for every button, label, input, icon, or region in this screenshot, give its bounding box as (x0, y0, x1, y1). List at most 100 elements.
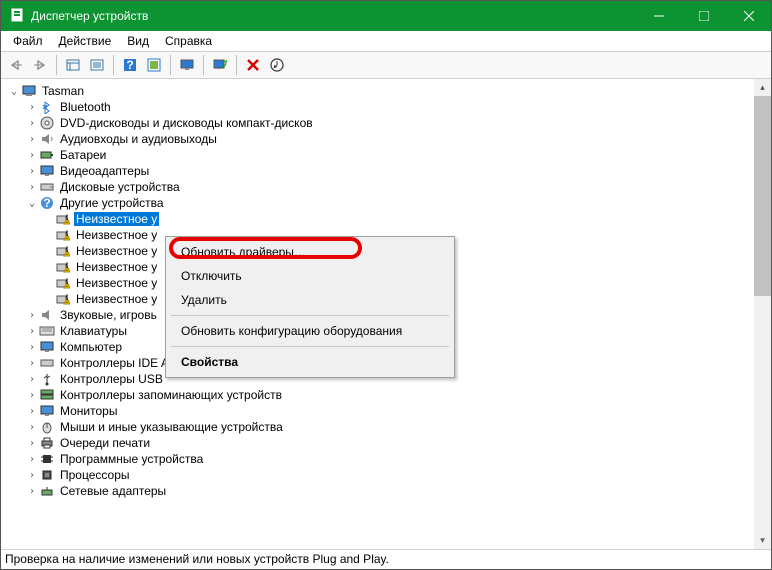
warning-icon: ! (55, 291, 71, 307)
cpu-icon (39, 467, 55, 483)
expand-icon[interactable]: › (25, 324, 39, 338)
scroll-down-button[interactable]: ▾ (754, 532, 771, 549)
tree-item-cpu[interactable]: ›Процессоры (5, 467, 754, 483)
update-icon[interactable] (266, 54, 288, 76)
svg-text:!: ! (65, 292, 68, 306)
toolbar-separator (236, 55, 237, 75)
tree-item-video[interactable]: › Видеоадаптеры (5, 163, 754, 179)
tree-root[interactable]: ⌄ Tasman (5, 83, 754, 99)
minimize-button[interactable] (636, 1, 681, 31)
context-delete[interactable]: Удалить (169, 288, 451, 312)
menu-view[interactable]: Вид (119, 32, 157, 50)
tree-label: Видеоадаптеры (58, 164, 151, 178)
forward-button[interactable] (29, 54, 51, 76)
expand-icon[interactable]: › (25, 452, 39, 466)
expand-icon[interactable]: › (25, 116, 39, 130)
status-bar: Проверка на наличие изменений или новых … (1, 549, 771, 569)
network-icon (39, 483, 55, 499)
expand-icon[interactable]: › (25, 164, 39, 178)
expand-icon[interactable]: › (25, 100, 39, 114)
expand-icon[interactable]: › (25, 148, 39, 162)
menu-file[interactable]: Файл (5, 32, 51, 50)
scroll-thumb[interactable] (754, 96, 771, 296)
menu-help[interactable]: Справка (157, 32, 220, 50)
tree-item-bluetooth[interactable]: › Bluetooth (5, 99, 754, 115)
maximize-button[interactable] (681, 1, 726, 31)
show-hidden-button[interactable] (62, 54, 84, 76)
scroll-track[interactable] (754, 96, 771, 532)
tree-item-monitor[interactable]: › Мониторы (5, 403, 754, 419)
tree-item-mouse[interactable]: › Мыши и иные указывающие устройства (5, 419, 754, 435)
tree-item-battery[interactable]: ›Батареи (5, 147, 754, 163)
delete-icon[interactable] (242, 54, 264, 76)
tree-item-printq[interactable]: ›Очереди печати (5, 435, 754, 451)
printer-icon (39, 435, 55, 451)
tree-item-software[interactable]: ›Программные устройства (5, 451, 754, 467)
toolbar-separator (56, 55, 57, 75)
tree-item-net[interactable]: ›Сетевые адаптеры (5, 483, 754, 499)
context-menu: Обновить драйверы… Отключить Удалить Обн… (165, 236, 455, 378)
expand-icon[interactable]: › (25, 308, 39, 322)
app-icon (9, 7, 25, 26)
expand-icon[interactable]: › (25, 388, 39, 402)
expand-icon[interactable]: › (25, 436, 39, 450)
tree-item-storage[interactable]: ›Контроллеры запоминающих устройств (5, 387, 754, 403)
toolbar-separator (113, 55, 114, 75)
window-title: Диспетчер устройств (31, 9, 636, 23)
menu-action[interactable]: Действие (51, 32, 120, 50)
svg-text:!: ! (65, 228, 68, 242)
usb-icon (39, 371, 55, 387)
warning-icon: ! (55, 275, 71, 291)
toolbar: ? (1, 51, 771, 79)
expand-icon[interactable]: › (25, 468, 39, 482)
svg-text:!: ! (65, 212, 68, 226)
expand-icon[interactable]: › (25, 356, 39, 370)
speaker-icon (39, 131, 55, 147)
tree-item-dvd[interactable]: ›DVD-дисководы и дисководы компакт-диско… (5, 115, 754, 131)
expand-icon[interactable]: › (25, 372, 39, 386)
context-separator (171, 346, 449, 347)
tree-label: Мониторы (58, 404, 119, 418)
help-button[interactable]: ? (119, 54, 141, 76)
expand-icon[interactable]: › (25, 180, 39, 194)
tree-item-other[interactable]: ⌄?Другие устройства (5, 195, 754, 211)
context-properties[interactable]: Свойства (169, 350, 451, 374)
svg-text:?: ? (126, 58, 133, 72)
warning-icon: ! (55, 259, 71, 275)
tree-label: Tasman (40, 84, 86, 98)
close-button[interactable] (726, 1, 771, 31)
back-button[interactable] (5, 54, 27, 76)
context-update-drivers[interactable]: Обновить драйверы… (169, 240, 451, 264)
tree-label: Аудиовходы и аудиовыходы (58, 132, 219, 146)
tree-item-audio[interactable]: › Аудиовходы и аудиовыходы (5, 131, 754, 147)
vertical-scrollbar[interactable]: ▴ ▾ (754, 79, 771, 549)
display-icon (39, 163, 55, 179)
monitor-icon[interactable] (176, 54, 198, 76)
bluetooth-icon (39, 99, 55, 115)
tree-label: Неизвестное у (74, 228, 159, 242)
svg-text:!: ! (65, 244, 68, 258)
speaker-icon (39, 307, 55, 323)
scan-icon[interactable] (209, 54, 231, 76)
tree-label: Дисковые устройства (58, 180, 182, 194)
computer-icon (39, 339, 55, 355)
properties-button[interactable] (86, 54, 108, 76)
tree-label: Звуковые, игровь (58, 308, 159, 322)
context-refresh-config[interactable]: Обновить конфигурацию оборудования (169, 319, 451, 343)
expand-icon[interactable]: › (25, 420, 39, 434)
expand-icon[interactable]: › (25, 340, 39, 354)
toolbar-icon[interactable] (143, 54, 165, 76)
tree-item-disk[interactable]: › Дисковые устройства (5, 179, 754, 195)
tree-label: Мыши и иные указывающие устройства (58, 420, 285, 434)
context-disable[interactable]: Отключить (169, 264, 451, 288)
collapse-icon[interactable]: ⌄ (25, 196, 39, 210)
menu-bar: Файл Действие Вид Справка (1, 31, 771, 51)
expand-icon[interactable]: › (25, 132, 39, 146)
storage-icon (39, 387, 55, 403)
scroll-up-button[interactable]: ▴ (754, 79, 771, 96)
tree-label: Bluetooth (58, 100, 113, 114)
collapse-icon[interactable]: ⌄ (7, 84, 21, 98)
tree-item-unknown[interactable]: !Неизвестное у (5, 211, 754, 227)
expand-icon[interactable]: › (25, 404, 39, 418)
expand-icon[interactable]: › (25, 484, 39, 498)
